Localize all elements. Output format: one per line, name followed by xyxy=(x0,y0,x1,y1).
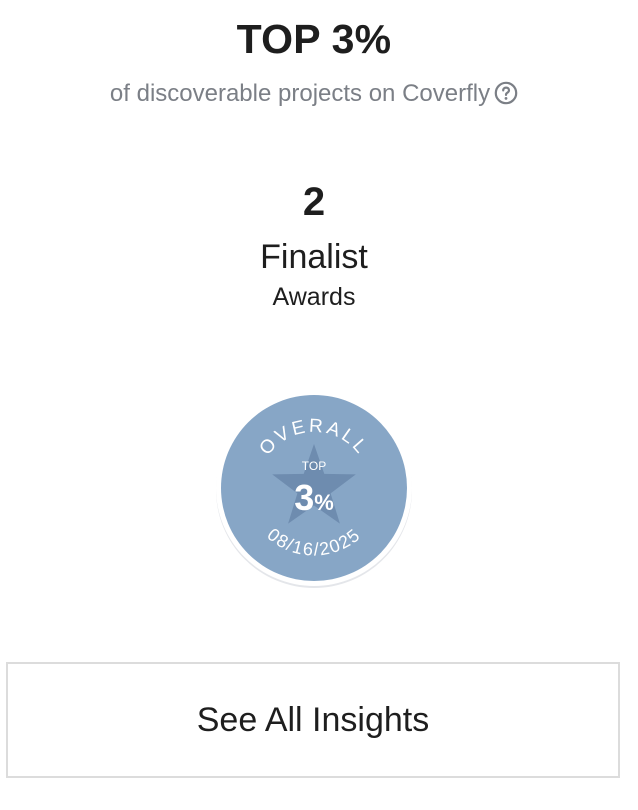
badge-percent-number: 3 xyxy=(294,477,314,518)
overall-rank-badge: OVERALL TOP 3% 08/16/2025 xyxy=(216,390,412,588)
awards-subtitle: Awards xyxy=(272,283,356,311)
question-circle-icon[interactable] xyxy=(494,81,518,105)
badge-percent-sign: % xyxy=(314,490,334,515)
awards-title: Finalist xyxy=(260,238,368,276)
awards-count: 2 xyxy=(302,180,326,224)
rank-headline: TOP 3% xyxy=(236,16,392,62)
rank-subtext: of discoverable projects on Coverfly xyxy=(0,80,628,108)
badge-top-label: TOP xyxy=(302,459,326,473)
see-all-insights-button[interactable]: See All Insights xyxy=(6,662,620,778)
rank-subtext-label: of discoverable projects on Coverfly xyxy=(109,80,491,107)
